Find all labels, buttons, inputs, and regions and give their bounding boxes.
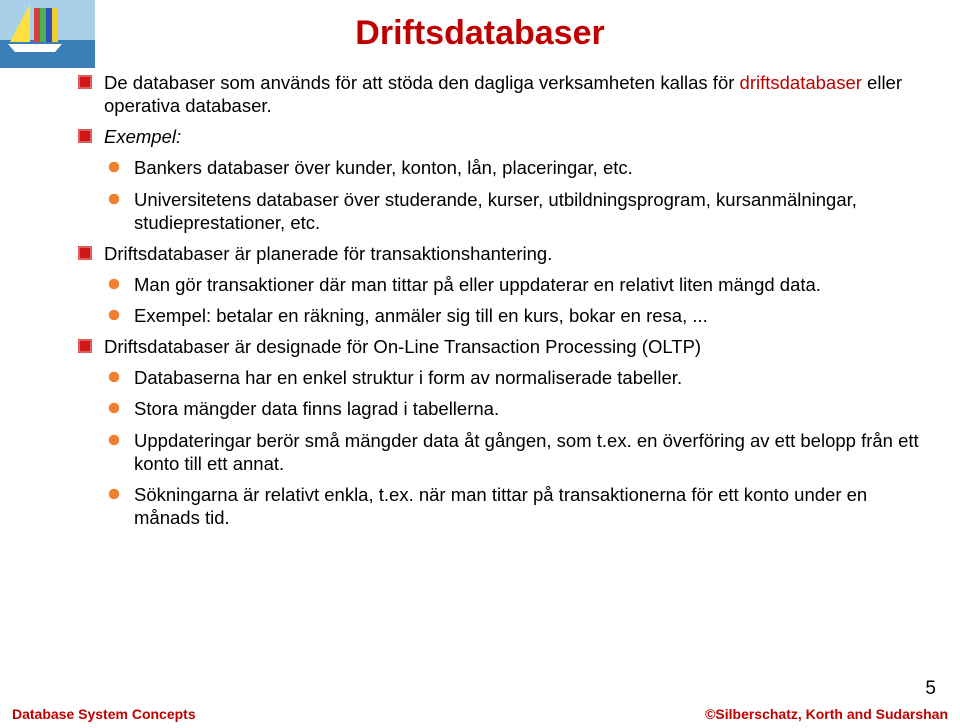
sailboat-logo (0, 0, 95, 68)
bullet-item: De databaser som används för att stöda d… (78, 71, 920, 117)
bullet-item: Exempel: (78, 125, 920, 148)
bullet-text: Exempel: (104, 126, 181, 147)
page-number: 5 (925, 678, 936, 700)
slide-title: Driftsdatabaser (0, 0, 960, 71)
sub-bullet-item: Uppdateringar berör små mängder data åt … (108, 429, 920, 475)
bullet-text: Exempel: betalar en räkning, anmäler sig… (134, 305, 708, 326)
sub-bullet-item: Exempel: betalar en räkning, anmäler sig… (108, 304, 920, 327)
sub-bullet-item: Man gör transaktioner där man tittar på … (108, 273, 920, 296)
bullet-text: Bankers databaser över kunder, konton, l… (134, 157, 633, 178)
bullet-text: Man gör transaktioner där man tittar på … (134, 274, 821, 295)
sub-bullet-item: Universitetens databaser över studerande… (108, 188, 920, 234)
footer-left: Database System Concepts (12, 706, 196, 722)
bullet-item: Driftsdatabaser är designade för On-Line… (78, 335, 920, 358)
bullet-text: Sökningarna är relativt enkla, t.ex. när… (134, 484, 867, 528)
sub-bullet-item: Bankers databaser över kunder, konton, l… (108, 156, 920, 179)
bullet-text: Stora mängder data finns lagrad i tabell… (134, 398, 499, 419)
bullet-text: Driftsdatabaser är planerade för transak… (104, 243, 552, 264)
bullet-item: Driftsdatabaser är planerade för transak… (78, 242, 920, 265)
bullet-text: Driftsdatabaser är designade för On-Line… (104, 336, 701, 357)
sub-bullet-item: Stora mängder data finns lagrad i tabell… (108, 397, 920, 420)
slide-body: De databaser som används för att stöda d… (0, 71, 960, 529)
highlight-term: driftsdatabaser (740, 72, 862, 93)
sub-bullet-item: Sökningarna är relativt enkla, t.ex. när… (108, 483, 920, 529)
footer: Database System Concepts ©Silberschatz, … (0, 706, 960, 722)
bullet-text: De databaser som används för att stöda d… (104, 72, 902, 116)
sub-bullet-item: Databaserna har en enkel struktur i form… (108, 366, 920, 389)
footer-right: ©Silberschatz, Korth and Sudarshan (705, 706, 948, 722)
bullet-text: Universitetens databaser över studerande… (134, 189, 857, 233)
bullet-text: Uppdateringar berör små mängder data åt … (134, 430, 919, 474)
bullet-text: Databaserna har en enkel struktur i form… (134, 367, 682, 388)
